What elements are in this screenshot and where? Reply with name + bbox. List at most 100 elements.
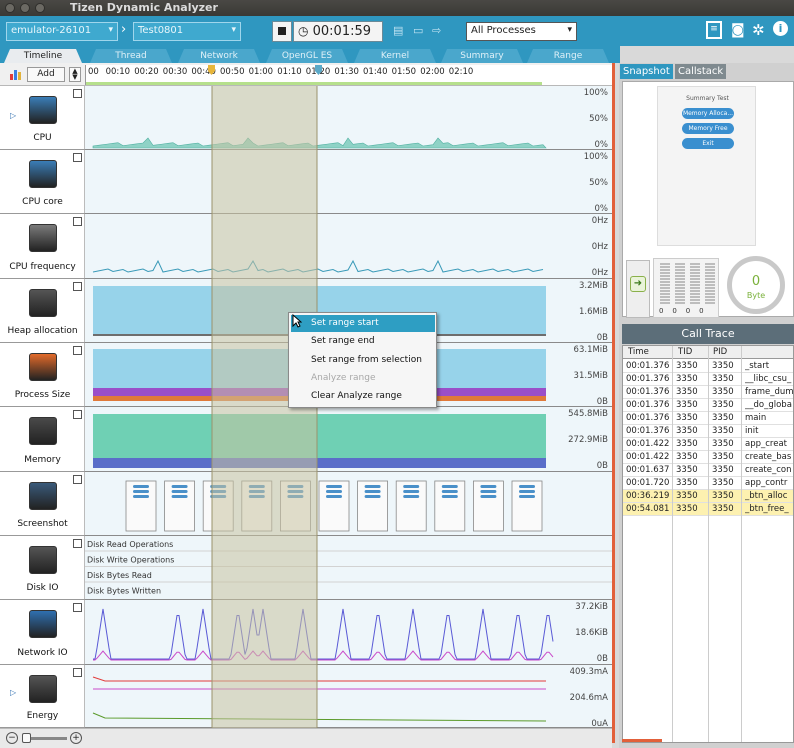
expand-icon[interactable] (73, 89, 82, 98)
col-tid[interactable]: TID (678, 346, 708, 358)
col-time[interactable]: Time (628, 346, 668, 358)
expand-icon[interactable] (73, 475, 82, 484)
chart-label-heap-allocation[interactable]: Heap allocation (0, 279, 85, 343)
cell-pid: 3350 (712, 413, 734, 423)
cpu-core-bar-segment (675, 296, 685, 298)
menu-item-set-range-end[interactable]: Set range end (291, 333, 435, 350)
scale-label: 0Hz (592, 268, 609, 278)
expand-icon[interactable] (73, 282, 82, 291)
app-select[interactable]: Test0801 ▾ (133, 22, 241, 41)
add-chart-button[interactable]: Add (27, 67, 65, 82)
replay-icon[interactable]: ⇨ (432, 24, 441, 37)
screenshot-thumbnail[interactable] (511, 480, 543, 532)
chart-label-text: Process Size (14, 390, 71, 400)
chart-label-cpu[interactable]: CPU ▷ (0, 86, 85, 150)
call-trace-table[interactable]: Time TID PID 00:01.376 3350 3350 _start 00:0… (622, 345, 794, 743)
expand-icon[interactable] (73, 668, 82, 677)
cell-name: _start (745, 361, 770, 371)
screenshot-thumbnail[interactable] (434, 480, 466, 532)
zoom-slider-thumb[interactable] (22, 733, 31, 743)
cell-name: app_contr (745, 478, 788, 488)
report-icon[interactable]: ≡ (706, 21, 722, 39)
time-ruler[interactable]: 00 00:10 00:20 00:30 00:40 00:50 01:00 01:10 01:… (85, 65, 612, 85)
screenshot-thumbnail[interactable] (357, 480, 389, 532)
process-select[interactable]: All Processes ▾ (466, 22, 577, 41)
cell-time: 00:01.376 (626, 387, 670, 397)
cell-pid: 3350 (712, 478, 734, 488)
expand-icon[interactable] (73, 153, 82, 162)
chart-label-column: CPU ▷ CPU core CPU frequency Heap allocation… (0, 86, 85, 728)
snapshot-button-exit: Exit (682, 138, 734, 149)
thumbnail-button (326, 490, 342, 493)
cell-time: 00:01.376 (626, 426, 670, 436)
tab-summary[interactable]: Summary (441, 49, 523, 63)
expand-icon[interactable] (73, 346, 82, 355)
disk-icon (29, 546, 57, 574)
save-icon[interactable]: ▤ (393, 24, 403, 37)
cpu-core-bar-segment (660, 263, 670, 265)
screenshot-icon (29, 482, 57, 510)
camera-icon[interactable]: ◙ (731, 22, 745, 38)
window-minimize-icon[interactable] (20, 3, 30, 13)
gauge-unit: Byte (746, 291, 766, 300)
chart-label-text: CPU (33, 133, 52, 143)
window-maximize-icon[interactable] (35, 3, 45, 13)
tab-thread[interactable]: Thread (90, 49, 172, 63)
device-select[interactable]: emulator-26101 ▾ (6, 22, 118, 41)
tab-range[interactable]: Range (527, 49, 609, 63)
zoom-out-icon[interactable]: − (6, 732, 18, 744)
screenshot-thumbnail[interactable] (318, 480, 350, 532)
tab-network[interactable]: Network (178, 49, 260, 63)
chart-label-disk-io[interactable]: Disk IO (0, 536, 85, 600)
snapshot-app-title: Summary Test (686, 95, 729, 102)
chart-label-process-size[interactable]: Process Size (0, 343, 85, 407)
screenshot-thumbnail[interactable] (472, 480, 504, 532)
ruler-tick-label: 01:00 (248, 67, 274, 77)
core-count-0: 0 (659, 307, 664, 315)
chart-label-memory[interactable]: Memory (0, 407, 85, 472)
expand-icon[interactable] (73, 410, 82, 419)
chart-label-cpu-frequency[interactable]: CPU frequency (0, 214, 85, 279)
expand-icon[interactable] (73, 217, 82, 226)
menu-item-set-range-from-selection[interactable]: Set range from selection (291, 352, 435, 369)
menu-item-clear-analyze-range[interactable]: Clear Analyze range (291, 388, 435, 405)
latest-icon[interactable]: ➜ (630, 276, 646, 292)
chart-label-screenshot[interactable]: Screenshot (0, 472, 85, 536)
scale-label: 0% (595, 140, 609, 150)
sort-stepper[interactable]: ▲ ▼ (69, 67, 81, 82)
chevron-right-icon: › (121, 22, 127, 37)
disk-io-sub-label: Disk Bytes Read (87, 571, 152, 580)
chart-label-cpu-core[interactable]: CPU core (0, 150, 85, 214)
tab-opengl-es[interactable]: OpenGL ES (266, 49, 348, 63)
zoom-in-icon[interactable]: + (70, 732, 82, 744)
thumbnail-button (171, 495, 188, 498)
screenshot-thumbnail[interactable] (164, 480, 195, 532)
expand-tree-icon[interactable]: ▷ (10, 688, 16, 697)
ruler-tick-label: 01:50 (391, 67, 417, 77)
tab-timeline[interactable]: Timeline (4, 49, 82, 63)
gear-icon[interactable]: ✲ (752, 21, 765, 39)
expand-icon[interactable] (73, 539, 82, 548)
chart-label-energy[interactable]: Energy ▷ (0, 665, 85, 728)
chart-label-network-io[interactable]: Network IO (0, 600, 85, 665)
cpu-core-bar-segment (660, 284, 670, 286)
window-close-icon[interactable] (5, 3, 15, 13)
scale-label: 63.1MiB (574, 345, 609, 355)
scale-label: 0B (597, 333, 608, 343)
col-pid[interactable]: PID (713, 346, 743, 358)
tab-kernel[interactable]: Kernel (354, 49, 436, 63)
panel-splitter[interactable] (612, 63, 615, 743)
cpu-core-bar-segment (705, 263, 715, 265)
tab-callstack[interactable]: Callstack (675, 64, 727, 79)
screenshot-thumbnail[interactable] (395, 480, 427, 532)
expand-icon[interactable] (73, 603, 82, 612)
cpu-core-bar-segment (675, 284, 685, 286)
stop-button[interactable] (272, 21, 292, 42)
scroll-indicator[interactable] (622, 739, 662, 742)
info-icon[interactable]: i (773, 21, 788, 36)
expand-tree-icon[interactable]: ▷ (10, 111, 16, 120)
tab-snapshot[interactable]: Snapshot (620, 64, 673, 79)
menu-item-set-range-start[interactable]: Set range start (291, 315, 435, 332)
screenshot-thumbnail[interactable] (125, 480, 157, 532)
open-folder-icon[interactable]: ▭ (413, 24, 423, 37)
